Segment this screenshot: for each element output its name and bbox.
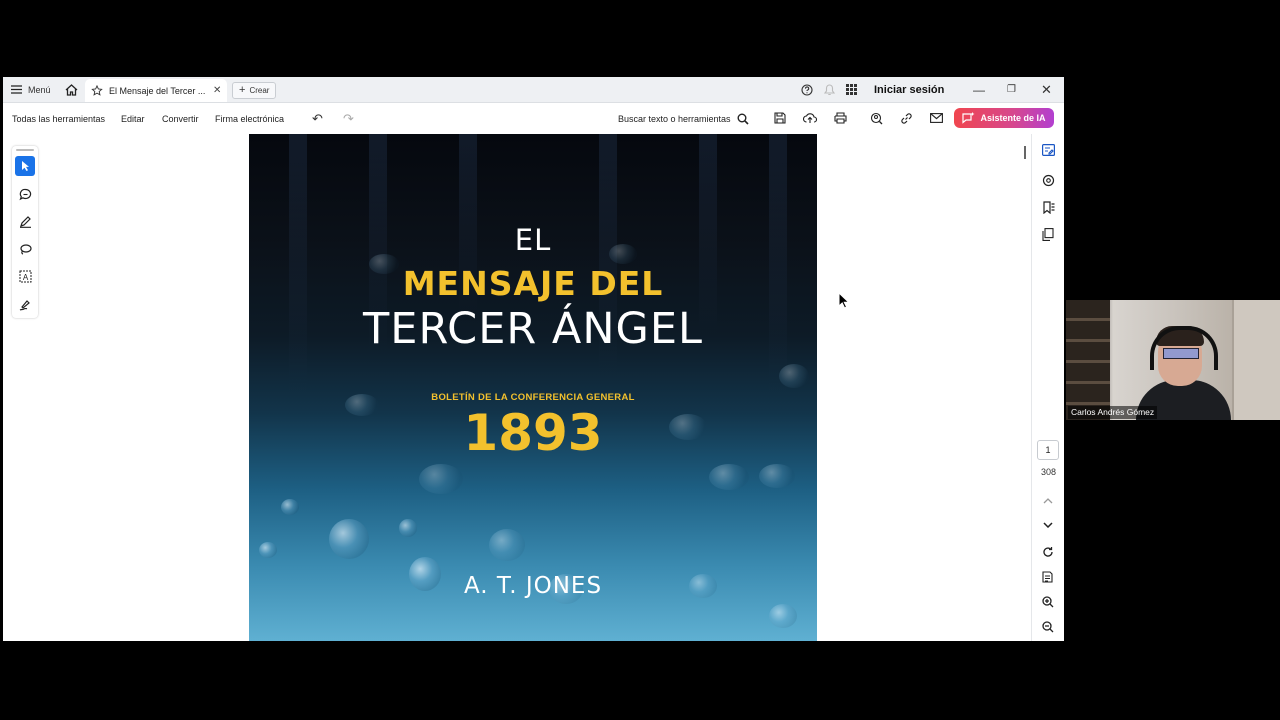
home-icon bbox=[65, 83, 77, 96]
ai-assistant-label: Asistente de IA bbox=[980, 113, 1046, 123]
pen-icon[interactable] bbox=[15, 211, 35, 231]
hamburger-icon bbox=[11, 85, 22, 94]
comments-panel-icon[interactable] bbox=[1040, 172, 1056, 188]
cover-title-line-3: TERCER ÁNGEL bbox=[363, 304, 703, 354]
home-button[interactable] bbox=[63, 77, 79, 102]
title-bar: Menú El Mensaje del Tercer ... ✕ + Crear… bbox=[3, 77, 1064, 103]
cover-subtitle: BOLETÍN DE LA CONFERENCIA GENERAL bbox=[431, 392, 635, 403]
menu-e-sign[interactable]: Firma electrónica bbox=[215, 103, 284, 134]
page-total: 308 bbox=[1040, 467, 1057, 477]
webcam-feed bbox=[1066, 300, 1280, 420]
cover-title-line-1: EL bbox=[514, 223, 552, 257]
search-tools-button[interactable]: Buscar texto o herramientas bbox=[618, 103, 749, 134]
bookmark-icon[interactable] bbox=[1040, 199, 1056, 215]
close-window-icon[interactable]: ✕ bbox=[1041, 77, 1052, 102]
cloud-upload-icon[interactable] bbox=[802, 110, 818, 126]
menu-edit[interactable]: Editar bbox=[121, 103, 145, 134]
tab-title: El Mensaje del Tercer ... bbox=[109, 85, 206, 96]
plus-icon: + bbox=[239, 84, 246, 96]
tab-close-icon[interactable]: ✕ bbox=[213, 85, 221, 96]
menu-button[interactable]: Menú bbox=[11, 77, 51, 102]
signin-button[interactable]: Iniciar sesión bbox=[874, 77, 944, 102]
menu-label: Menú bbox=[28, 84, 51, 95]
quick-tools-rail: A bbox=[12, 146, 38, 318]
help-icon[interactable] bbox=[801, 77, 813, 102]
sign-icon[interactable] bbox=[15, 294, 35, 314]
page-info-icon[interactable] bbox=[1040, 569, 1056, 585]
page-number-input[interactable]: 1 bbox=[1037, 440, 1059, 460]
text-box-icon[interactable]: A bbox=[15, 266, 35, 286]
bell-icon[interactable] bbox=[824, 77, 835, 102]
cover-title-line-2: MENSAJE DEL bbox=[402, 264, 664, 303]
ai-assistant-button[interactable]: Asistente de IA bbox=[954, 108, 1054, 128]
pdf-page-cover: EL MENSAJE DEL TERCER ÁNGEL BOLETÍN DE L… bbox=[249, 134, 817, 641]
webcam-name-label: Carlos Andrés Gómez bbox=[1068, 406, 1158, 419]
cover-author: A. T. JONES bbox=[463, 573, 603, 599]
redo-icon[interactable]: ↷ bbox=[343, 103, 354, 134]
search-label: Buscar texto o herramientas bbox=[618, 113, 731, 124]
link-icon[interactable] bbox=[898, 110, 914, 126]
chevron-up-icon[interactable] bbox=[1040, 493, 1056, 509]
cover-year: 1893 bbox=[463, 404, 603, 462]
create-label: Crear bbox=[249, 86, 270, 95]
undo-icon[interactable]: ↶ bbox=[312, 103, 323, 134]
search-icon bbox=[737, 113, 749, 125]
vertical-scrollbar[interactable] bbox=[1024, 146, 1026, 159]
apps-grid-icon[interactable] bbox=[846, 77, 857, 102]
chevron-down-icon[interactable] bbox=[1040, 517, 1056, 533]
menu-all-tools[interactable]: Todas las herramientas bbox=[12, 103, 105, 134]
refresh-icon[interactable] bbox=[1040, 544, 1056, 560]
ai-assistant-icon bbox=[962, 112, 975, 124]
mail-icon[interactable] bbox=[928, 110, 944, 126]
create-button[interactable]: + Crear bbox=[232, 82, 277, 99]
svg-text:A: A bbox=[22, 273, 28, 282]
star-icon[interactable] bbox=[91, 85, 103, 96]
right-side-rail: 1 308 bbox=[1031, 134, 1064, 641]
document-tab[interactable]: El Mensaje del Tercer ... ✕ bbox=[85, 79, 227, 102]
rail-grip[interactable] bbox=[16, 149, 34, 151]
print-icon[interactable] bbox=[832, 110, 848, 126]
select-icon[interactable] bbox=[15, 156, 35, 176]
save-icon[interactable] bbox=[772, 110, 788, 126]
zoom-out-icon[interactable] bbox=[1040, 619, 1056, 635]
lasso-icon[interactable] bbox=[15, 239, 35, 259]
menu-convert[interactable]: Convertir bbox=[162, 103, 199, 134]
restore-icon[interactable]: ❐ bbox=[1007, 77, 1016, 102]
main-toolbar: Todas las herramientas Editar Convertir … bbox=[3, 103, 1064, 135]
pages-icon[interactable] bbox=[1040, 226, 1056, 242]
acrobat-window: Menú El Mensaje del Tercer ... ✕ + Crear… bbox=[3, 77, 1064, 641]
zoom-in-icon[interactable] bbox=[1040, 594, 1056, 610]
find-people-icon[interactable] bbox=[868, 110, 884, 126]
comment-icon[interactable] bbox=[15, 184, 35, 204]
edit-pdf-icon[interactable] bbox=[1040, 142, 1056, 158]
mouse-cursor-icon bbox=[838, 292, 850, 309]
minimize-icon[interactable]: — bbox=[973, 77, 985, 102]
